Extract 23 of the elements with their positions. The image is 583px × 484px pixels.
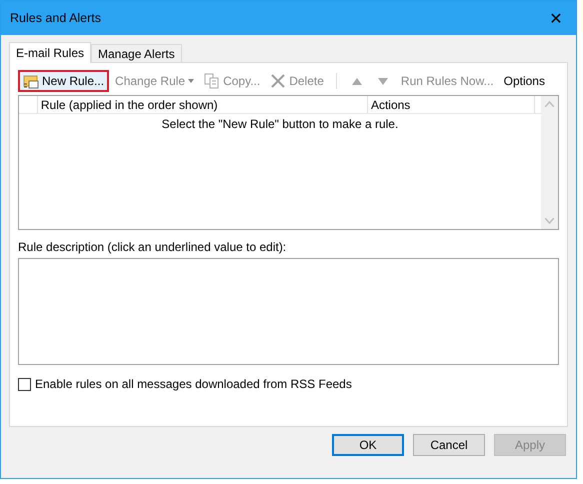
scroll-down-icon[interactable] — [545, 218, 554, 224]
scroll-up-icon[interactable] — [545, 101, 554, 107]
folder-icon — [23, 73, 39, 89]
description-label: Rule description (click an underlined value to edit): — [18, 240, 288, 254]
toolbar-link[interactable]: Options — [500, 70, 549, 92]
checkbox[interactable] — [18, 378, 31, 390]
rule-description-box[interactable] — [18, 258, 559, 365]
column-header: Actions — [368, 96, 535, 113]
delete-icon — [270, 73, 286, 89]
window-title: Rules and Alerts — [10, 11, 102, 25]
rules-table[interactable]: Rule (applied in the order shown) Actions Select the "New Rule" button to make a rule. — [18, 95, 559, 230]
caret-icon — [188, 79, 194, 83]
tab[interactable]: E-mail Rules — [9, 42, 92, 63]
empty-message: Select the "New Rule" button to make a rule. — [162, 117, 398, 131]
close-button[interactable]: ✕ — [536, 1, 576, 35]
column-header: Rule (applied in the order shown) — [38, 96, 368, 113]
tab[interactable]: Manage Alerts — [91, 44, 182, 62]
checkbox-label[interactable]: Enable rules on all messages downloaded from RSS Feeds — [35, 377, 352, 391]
toolbar-button[interactable]: New Rule... — [18, 70, 110, 92]
dialog-button[interactable]: Cancel — [413, 434, 485, 456]
scrollbar[interactable] — [541, 96, 558, 229]
dialog-button[interactable]: OK — [332, 434, 404, 456]
copy-icon — [204, 73, 220, 89]
